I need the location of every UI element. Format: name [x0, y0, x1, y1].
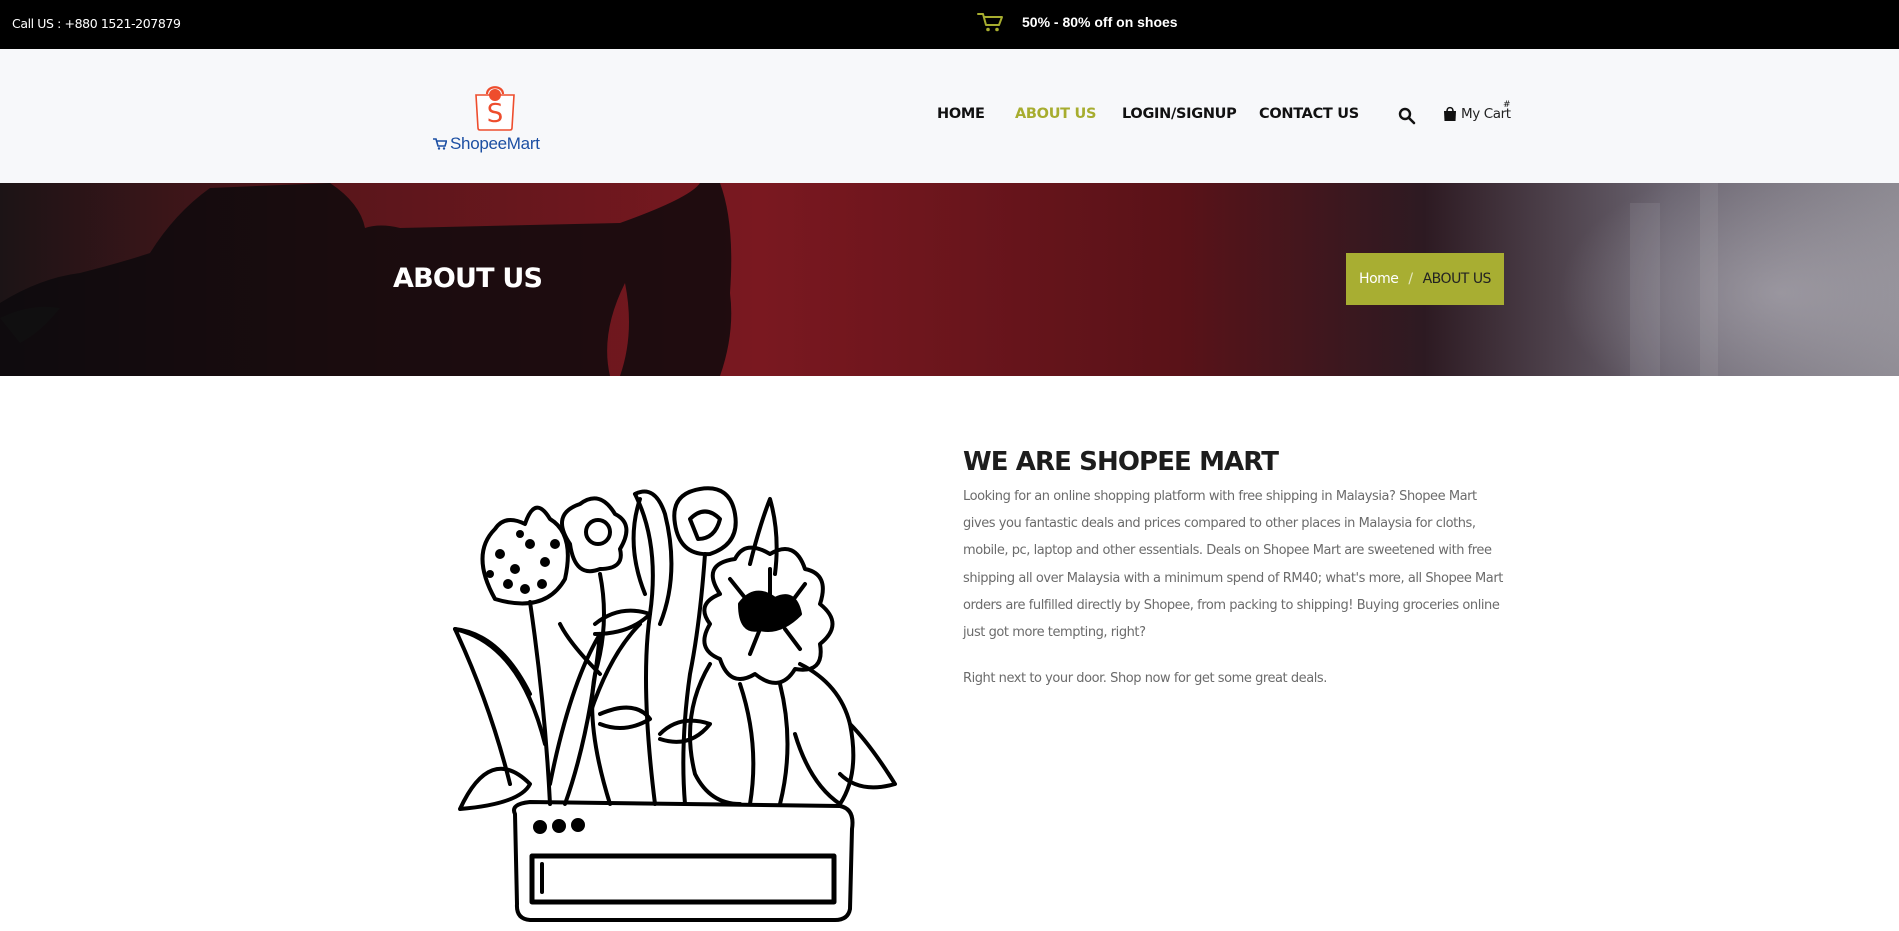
- page-banner: ABOUT US Home / ABOUT US: [0, 183, 1899, 376]
- nav-login-signup[interactable]: LOGIN/SIGNUP: [1122, 106, 1237, 122]
- nav-contact-us[interactable]: CONTACT US: [1259, 106, 1359, 122]
- flower-planter-illustration: [453, 486, 897, 922]
- breadcrumb: Home / ABOUT US: [1346, 253, 1504, 305]
- about-intro-paragraph: Looking for an online shopping platform …: [963, 489, 1503, 641]
- banner-background-image: [0, 183, 1899, 376]
- logo-brand-text: ShopeeMart: [450, 134, 540, 153]
- shopping-bag-icon: [1444, 106, 1456, 121]
- shopping-cart-icon: [977, 13, 1003, 32]
- logo-bag-letter: S: [487, 99, 504, 129]
- shopping-bag-logo-icon: S: [475, 86, 515, 131]
- promo-banner[interactable]: 50% - 80% off on shoes: [977, 11, 1178, 33]
- breadcrumb-current: ABOUT US: [1422, 271, 1492, 287]
- about-content: WE ARE SHOPEE MART Looking for an online…: [963, 447, 1508, 692]
- breadcrumb-home-link[interactable]: Home: [1359, 271, 1399, 287]
- search-icon[interactable]: [1398, 107, 1416, 125]
- my-cart-link[interactable]: My Cart: [1443, 106, 1511, 122]
- site-header: S ShopeeMart HOME ABOUT US LOGIN/SIGNUP …: [0, 49, 1899, 183]
- page-title: ABOUT US: [393, 263, 543, 294]
- promo-text: 50% - 80% off on shoes: [1022, 14, 1178, 30]
- logo-cart-icon: [433, 138, 447, 150]
- cart-count-badge: #: [1503, 100, 1511, 110]
- top-bar: Call US : +880 1521-207879 50% - 80% off…: [0, 0, 1899, 49]
- call-us-text: Call US : +880 1521-207879: [12, 16, 181, 31]
- nav-home[interactable]: HOME: [937, 106, 985, 122]
- breadcrumb-separator: /: [1408, 271, 1413, 287]
- about-second-paragraph: Right next to your door. Shop now for ge…: [963, 671, 1327, 687]
- shopee-mart-logo[interactable]: S ShopeeMart: [433, 82, 548, 162]
- nav-about-us[interactable]: ABOUT US: [1015, 106, 1096, 122]
- about-heading: WE ARE SHOPEE MART: [963, 447, 1279, 477]
